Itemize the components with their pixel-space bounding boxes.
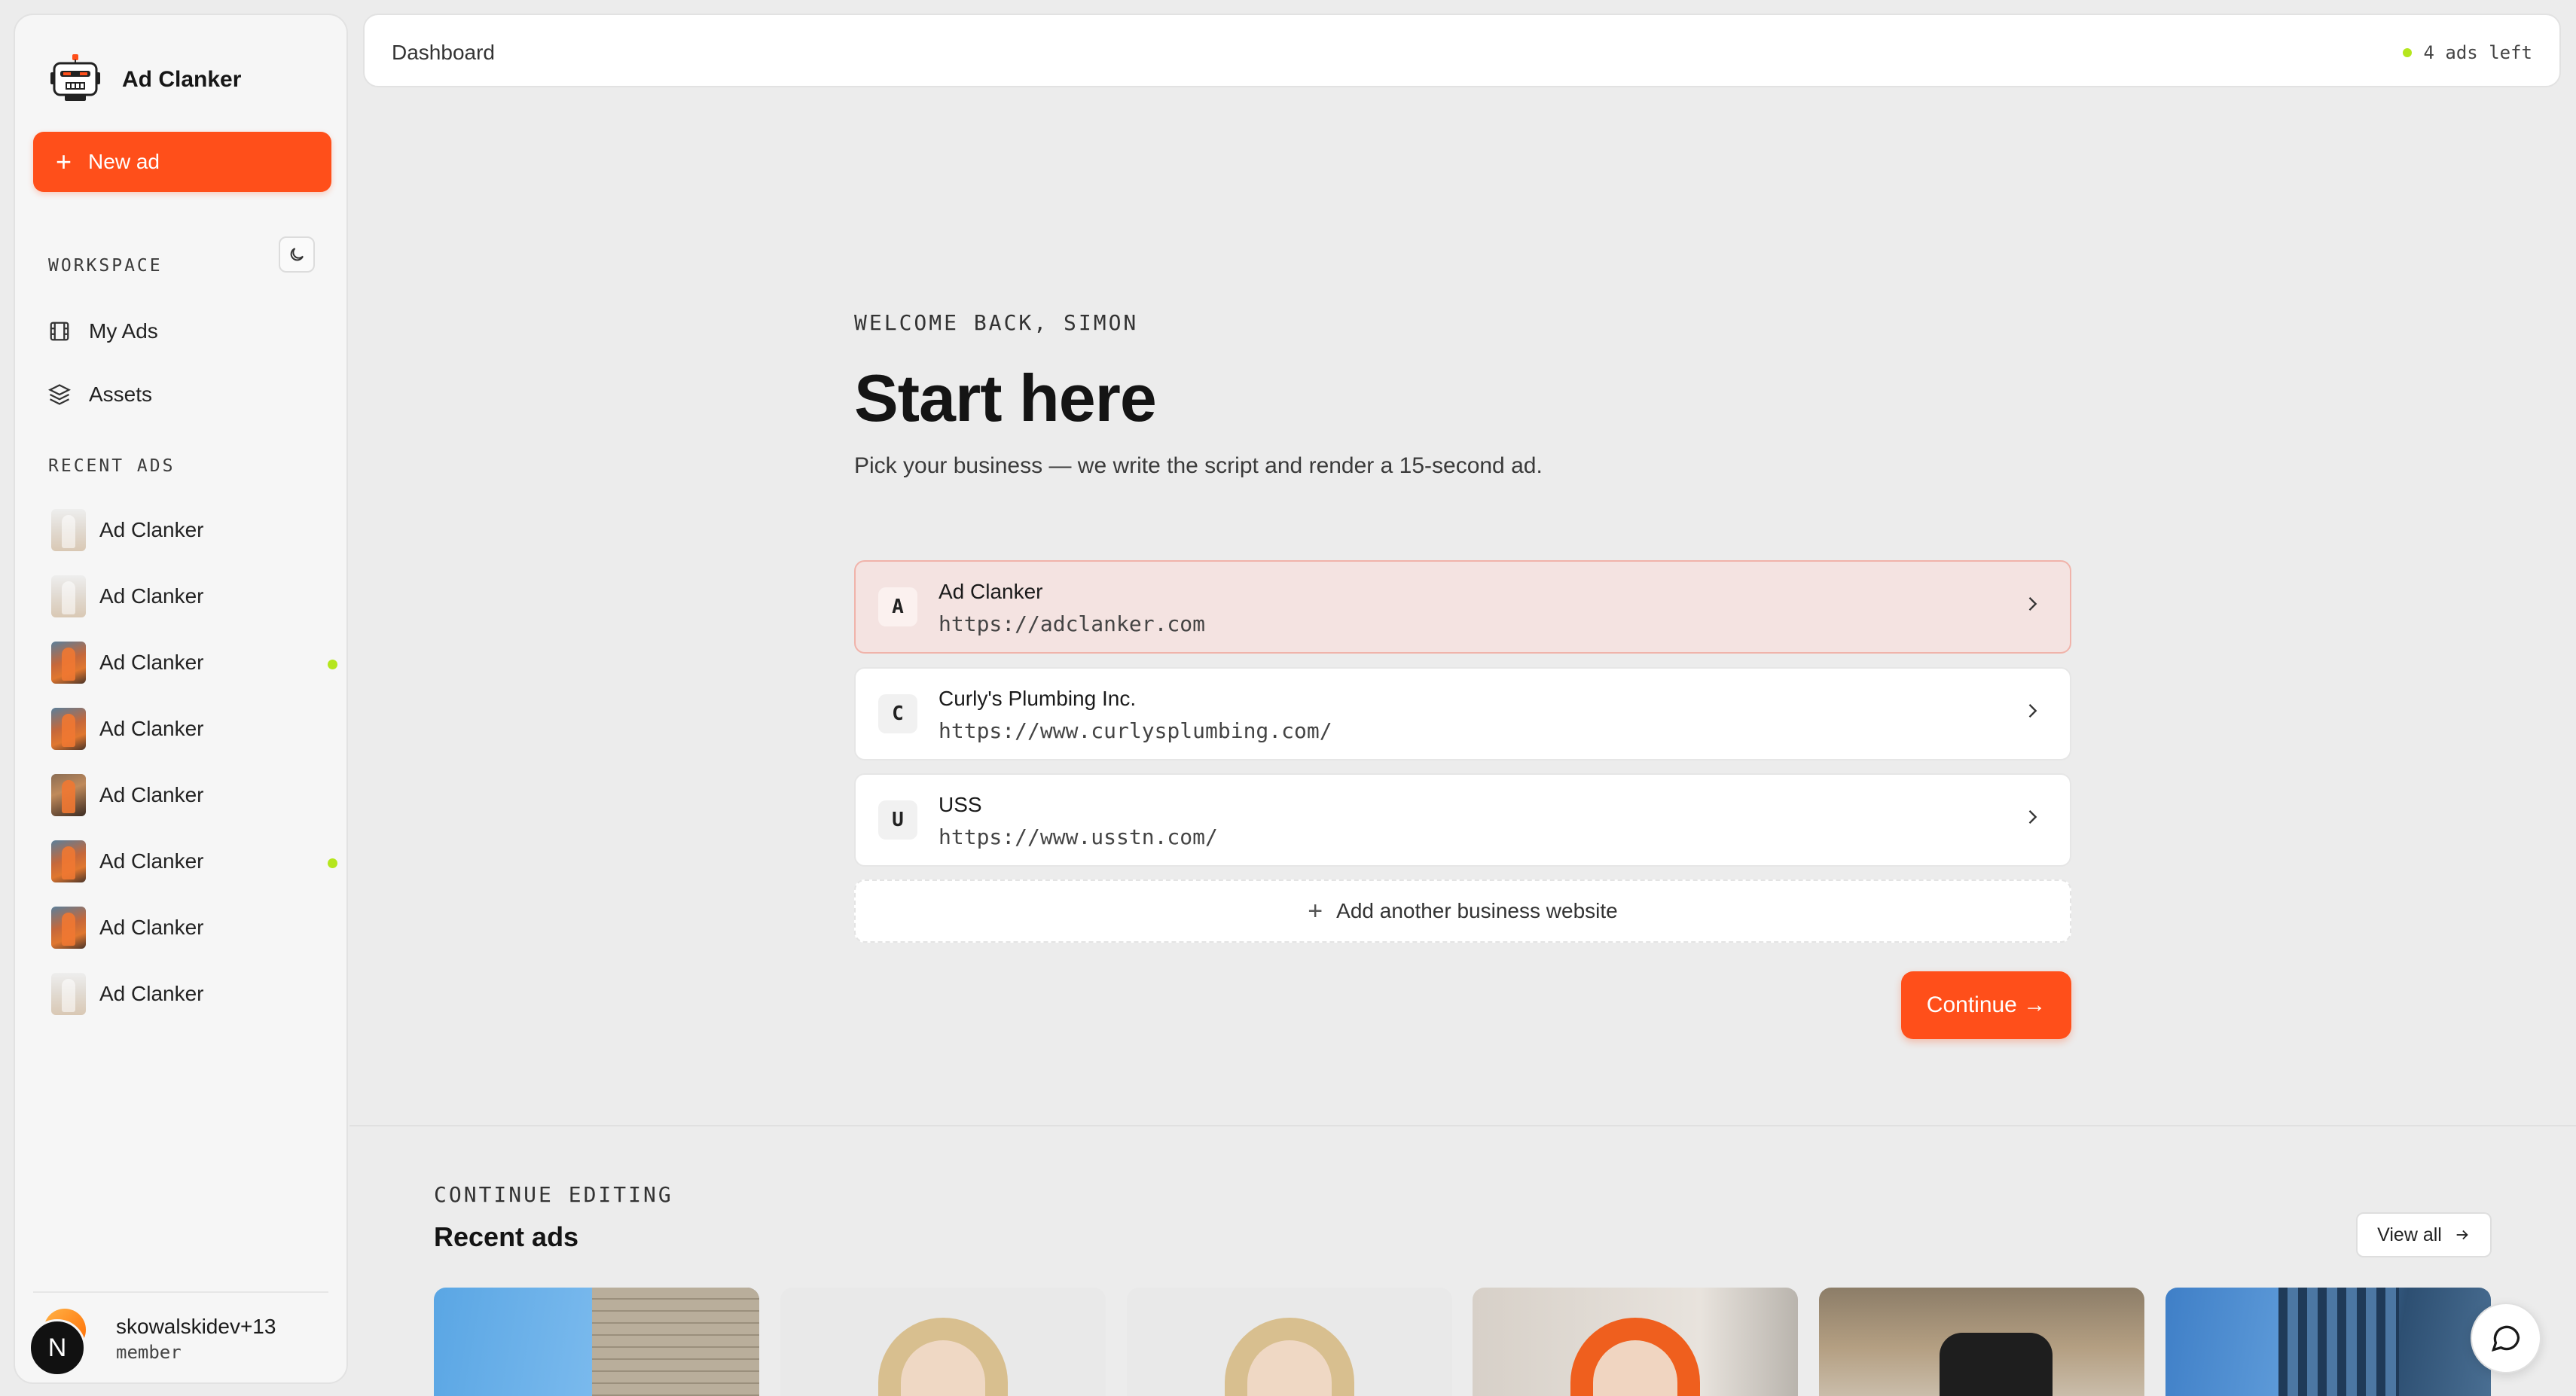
business-url: https://www.usstn.com/ xyxy=(939,824,1218,849)
sidebar-item-assets[interactable]: Assets xyxy=(48,383,152,407)
chevron-right-icon xyxy=(2028,704,2037,718)
ad-thumbnail xyxy=(51,840,86,882)
avatar: N xyxy=(29,1309,89,1376)
chat-bubble-icon xyxy=(2491,1325,2520,1352)
recent-ad-label: Ad Clanker xyxy=(99,651,204,674)
recent-ad-label: Ad Clanker xyxy=(99,849,204,873)
ad-thumbnail xyxy=(51,708,86,750)
continue-editing-eyebrow: CONTINUE EDITING xyxy=(434,1182,673,1207)
recent-ad-card[interactable] xyxy=(780,1288,1106,1396)
moon-icon xyxy=(290,248,304,261)
film-icon xyxy=(50,322,69,341)
page-headline: Start here xyxy=(854,361,1157,435)
page-title: Dashboard xyxy=(392,41,495,64)
business-name: Curly's Plumbing Inc. xyxy=(939,687,1137,710)
ad-preview-image xyxy=(592,1288,759,1396)
new-ad-button[interactable]: + New ad xyxy=(33,132,331,192)
arrow-right-icon xyxy=(2456,1230,2468,1240)
layers-icon xyxy=(48,384,71,405)
add-business-button[interactable]: + Add another business website xyxy=(854,879,2071,943)
new-ad-label: New ad xyxy=(88,150,160,173)
ad-preview-image xyxy=(2278,1288,2399,1396)
ad-thumbnail xyxy=(51,907,86,949)
ad-thumbnail xyxy=(51,774,86,816)
business-option-uss[interactable]: U USS https://www.usstn.com/ xyxy=(854,773,2071,867)
user-role: member xyxy=(116,1342,182,1363)
business-option-curlys-plumbing[interactable]: C Curly's Plumbing Inc. https://www.curl… xyxy=(854,667,2071,760)
recent-ad-card[interactable] xyxy=(1127,1288,1452,1396)
business-name: Ad Clanker xyxy=(939,580,1043,603)
business-url: https://www.curlysplumbing.com/ xyxy=(939,718,1332,743)
business-name: USS xyxy=(939,793,982,816)
brand[interactable]: Ad Clanker xyxy=(48,53,241,107)
ads-left-badge: 4 ads left xyxy=(2402,42,2533,63)
section-divider xyxy=(349,1125,2576,1126)
recent-ad-item[interactable]: Ad Clanker xyxy=(51,895,337,961)
ad-preview-image xyxy=(1940,1333,2053,1396)
ad-thumbnail xyxy=(51,575,86,617)
welcome-eyebrow: WELCOME BACK, SIMON xyxy=(854,310,1139,335)
recent-ad-label: Ad Clanker xyxy=(99,783,204,806)
ad-thumbnail xyxy=(51,973,86,1015)
ad-thumbnail xyxy=(51,642,86,684)
recent-ad-label: Ad Clanker xyxy=(99,982,204,1005)
theme-toggle-button[interactable] xyxy=(279,236,315,273)
recent-ad-item[interactable]: Ad Clanker xyxy=(51,762,337,828)
recent-ad-item[interactable]: Ad Clanker xyxy=(51,563,337,629)
recent-ad-card[interactable] xyxy=(1819,1288,2144,1396)
top-bar: Dashboard 4 ads left xyxy=(363,14,2561,87)
recent-ad-label: Ad Clanker xyxy=(99,518,204,541)
avatar-initial: N xyxy=(29,1319,86,1376)
sidebar-item-label: Assets xyxy=(89,383,153,406)
recent-ad-item[interactable]: Ad Clanker xyxy=(51,961,337,1027)
robot-logo-icon xyxy=(50,54,100,101)
business-initial: U xyxy=(878,800,917,840)
user-profile[interactable]: N skowalskidev+13 member xyxy=(29,1309,276,1376)
recent-ad-card[interactable] xyxy=(2165,1288,2491,1396)
sidebar-item-label: My Ads xyxy=(89,319,158,343)
plus-icon: + xyxy=(56,146,72,177)
sidebar: Ad Clanker + New ad WORKSPACE My Ads Ass… xyxy=(14,14,348,1384)
recent-ad-item[interactable]: Ad Clanker xyxy=(51,497,337,563)
recent-ad-card[interactable] xyxy=(1473,1288,1798,1396)
business-url: https://adclanker.com xyxy=(939,611,1206,636)
sidebar-item-my-ads[interactable]: My Ads xyxy=(48,319,158,343)
page-subline: Pick your business — we write the script… xyxy=(854,453,1543,478)
live-status-dot xyxy=(328,660,337,669)
chevron-right-icon xyxy=(2028,810,2037,824)
recent-ad-item[interactable]: Ad Clanker xyxy=(51,696,337,762)
recent-ad-label: Ad Clanker xyxy=(99,717,204,740)
recent-ad-label: Ad Clanker xyxy=(99,584,204,608)
add-business-label: Add another business website xyxy=(1336,899,1618,922)
recent-ad-card[interactable] xyxy=(434,1288,759,1396)
recent-ads-section-title: RECENT ADS xyxy=(48,456,175,476)
ad-thumbnail xyxy=(51,509,86,551)
plus-icon: + xyxy=(1308,896,1323,925)
business-initial: A xyxy=(878,587,917,626)
brand-name: Ad Clanker xyxy=(122,67,242,92)
recent-ad-item[interactable]: Ad Clanker xyxy=(51,629,337,696)
chat-support-button[interactable] xyxy=(2471,1303,2541,1373)
workspace-section-title: WORKSPACE xyxy=(48,256,163,276)
ads-left-text: 4 ads left xyxy=(2423,42,2533,63)
recent-ad-item[interactable]: Ad Clanker xyxy=(51,828,337,895)
continue-button[interactable]: Continue → xyxy=(1901,971,2071,1039)
status-dot xyxy=(2402,48,2412,57)
recent-ads-list: Ad Clanker Ad Clanker Ad Clanker Ad Clan… xyxy=(51,497,337,1027)
recent-ad-label: Ad Clanker xyxy=(99,916,204,939)
sidebar-divider xyxy=(33,1291,328,1293)
chevron-right-icon xyxy=(2028,597,2037,611)
view-all-label: View all xyxy=(2377,1224,2442,1245)
business-initial: C xyxy=(878,694,917,733)
user-name: skowalskidev+13 xyxy=(116,1315,276,1338)
business-option-ad-clanker[interactable]: A Ad Clanker https://adclanker.com xyxy=(854,560,2071,654)
recent-ads-title: Recent ads xyxy=(434,1221,579,1252)
live-status-dot xyxy=(328,858,337,868)
view-all-button[interactable]: View all xyxy=(2356,1212,2492,1257)
